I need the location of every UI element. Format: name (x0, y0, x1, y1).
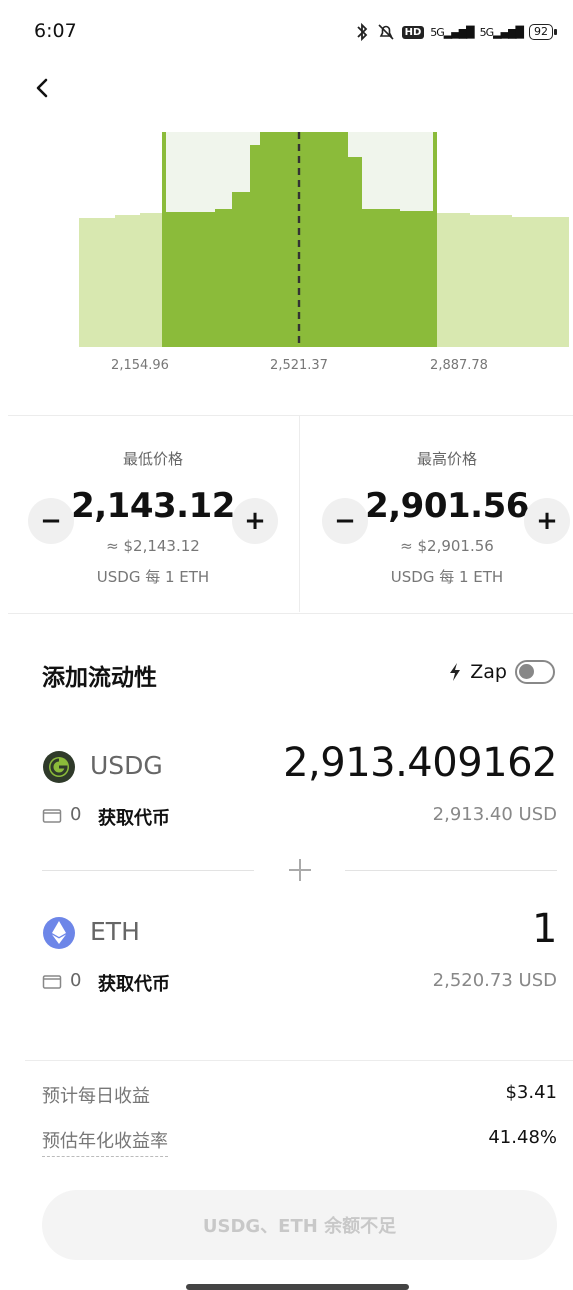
plus-icon (289, 859, 311, 881)
wallet-balance: 0 (70, 970, 82, 991)
max-range-handle[interactable] (433, 132, 437, 347)
chevron-left-icon (36, 78, 48, 98)
apr-row: 预估年化收益率 41.48% (42, 1125, 557, 1157)
token-input-eth[interactable]: ETH 1 (42, 906, 557, 958)
max-price-panel: 最高价格 − 2,901.56 + ≈ $2,901.56 USDG 每 1 E… (302, 416, 573, 612)
max-price-title: 最高价格 (416, 450, 477, 468)
hd-badge: HD (401, 25, 425, 39)
max-price-usd: ≈ $2,901.56 (400, 537, 494, 555)
min-price-panel: 最低价格 − 2,143.12 + ≈ $2,143.12 USDG 每 1 E… (8, 416, 298, 612)
wallet-icon (42, 809, 62, 823)
zap-toggle[interactable] (515, 660, 555, 684)
insufficient-balance-button[interactable]: USDG、ETH 余额不足 (42, 1190, 557, 1260)
zap-toggle-row[interactable]: Zap (448, 660, 555, 684)
apr-label[interactable]: 预估年化收益率 (42, 1127, 168, 1157)
token-usd-value: 2,913.40 USD (432, 804, 557, 825)
lightning-icon (450, 663, 461, 681)
divider (299, 416, 300, 612)
liquidity-outside-right (435, 213, 569, 347)
liquidity-outside-left (79, 213, 165, 347)
daily-earnings-label: 预计每日收益 (42, 1086, 150, 1107)
token-usd-value: 2,520.73 USD (432, 970, 557, 991)
balance-row-usdg: 0 获取代币 2,913.40 USD (42, 803, 557, 831)
battery-icon: 92 (529, 24, 557, 40)
eth-icon (43, 917, 75, 949)
balance-row-eth: 0 获取代币 2,520.73 USD (42, 969, 557, 997)
min-price-title: 最低价格 (122, 450, 183, 468)
get-token-link[interactable]: 获取代币 (98, 970, 170, 996)
daily-earnings-row: 预计每日收益 $3.41 (42, 1080, 557, 1110)
min-price-unit: USDG 每 1 ETH (96, 568, 210, 586)
divider-line (42, 870, 254, 871)
token-symbol: USDG (90, 751, 163, 780)
wallet-balance: 0 (70, 804, 82, 825)
token-amount-input[interactable]: 1 (532, 906, 557, 952)
min-price-usd: ≈ $2,143.12 (106, 537, 200, 555)
add-liquidity-title: 添加流动性 (42, 665, 157, 691)
signal-icon: 5G▂▄▆█ (430, 25, 474, 39)
wallet-icon (42, 975, 62, 989)
token-symbol: ETH (90, 917, 140, 946)
liquidity-range-chart[interactable]: 2,154.96 2,521.37 2,887.78 (0, 110, 573, 390)
x-tick-label: 2,154.96 (111, 358, 169, 373)
x-tick-label: 2,887.78 (430, 358, 488, 373)
token-input-usdg[interactable]: USDG 2,913.409162 (42, 740, 557, 792)
zap-label: Zap (470, 661, 507, 683)
bluetooth-icon (356, 22, 367, 42)
toggle-knob (519, 664, 534, 679)
divider (25, 1060, 573, 1061)
signal-label-2: 5G (479, 25, 494, 39)
signal-label: 5G (430, 25, 444, 39)
daily-earnings-value: $3.41 (505, 1082, 557, 1103)
max-price-unit: USDG 每 1 ETH (390, 568, 504, 586)
divider (8, 613, 573, 614)
usdg-icon (43, 751, 75, 783)
signal-icon-2: 5G▂▄▆█ (479, 25, 524, 39)
plus-icon: + (244, 506, 266, 536)
back-button[interactable] (34, 72, 62, 104)
status-bar: 6:07 HD 5G▂▄▆█ 5G▂▄▆█ 92 (0, 0, 573, 64)
mute-bell-icon (378, 24, 394, 40)
status-time: 6:07 (34, 20, 77, 42)
apr-value: 41.48% (488, 1127, 557, 1148)
home-indicator (186, 1284, 409, 1290)
status-icons: HD 5G▂▄▆█ 5G▂▄▆█ 92 (354, 20, 557, 44)
get-token-link[interactable]: 获取代币 (98, 804, 170, 830)
divider-line (345, 870, 557, 871)
plus-icon: + (536, 506, 558, 536)
token-amount-input[interactable]: 2,913.409162 (283, 740, 557, 786)
battery-level: 92 (534, 25, 548, 38)
x-tick-label: 2,521.37 (270, 358, 328, 373)
min-range-handle[interactable] (162, 132, 166, 347)
token-pair-divider (42, 852, 557, 888)
